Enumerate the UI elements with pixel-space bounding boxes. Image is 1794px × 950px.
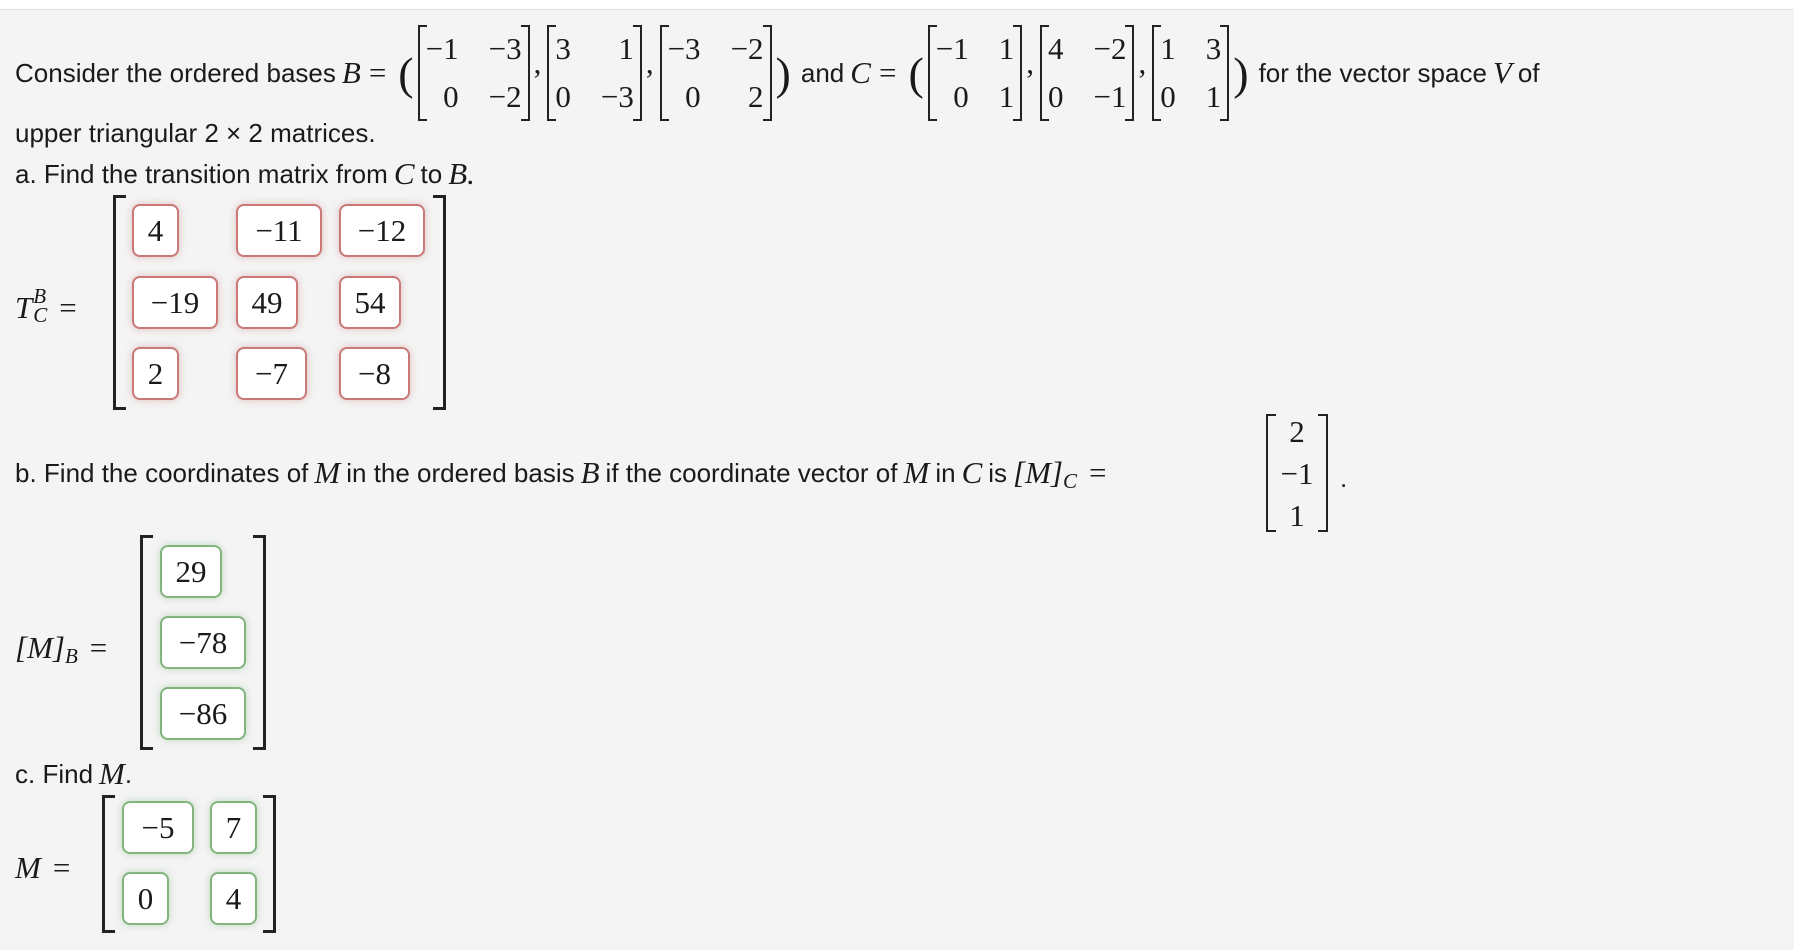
basis-c-matrix-2: 4 −2 0 −1 [1040,25,1135,121]
transition-matrix: 4 −11 −12 −19 49 54 2 −7 −8 [113,195,446,410]
answer-input-r2c2[interactable]: 49 [236,276,298,329]
equals-sign: = [59,290,77,325]
answer-input-r2c1[interactable]: −19 [132,276,218,329]
part-a-prompt: a. Find the transition matrix from C to … [15,156,475,191]
top-bar [0,0,1794,10]
answer-input-r1c3[interactable]: −12 [339,204,425,257]
problem-intro: Consider the ordered bases B = ( −1 −3 0−… [15,25,1546,121]
vector-space-symbol: V [1492,55,1512,90]
m-c-subscript: C [1063,468,1078,493]
m-b-label: [M] B = [15,628,107,668]
answer-input-r1c1[interactable]: −5 [122,801,194,854]
answer-input-1[interactable]: 29 [160,545,222,598]
transition-matrix-label: T B C = [15,286,77,328]
equals-sign: = [1089,455,1107,490]
answer-input-r2c1[interactable]: 0 [122,872,169,925]
m-matrix: −5 7 0 4 [102,795,276,933]
m-label-text: M [15,850,41,885]
equals-sign: = [878,55,897,90]
comma: , [533,45,542,80]
comma: , [645,45,654,80]
basis-c-matrix-3: 13 01 [1152,25,1230,121]
basis-c-symbol: C [850,55,871,90]
t-symbol: T [15,290,33,325]
m-b-subscript: B [64,643,78,668]
answer-input-r2c3[interactable]: 54 [339,276,401,329]
basis-c-matrix-1: −1 1 01 [927,25,1023,121]
answer-input-r1c2[interactable]: 7 [210,801,257,854]
part-b-text: b. Find the coordinates of [15,457,309,488]
from-basis-symbol: C [393,156,415,191]
answer-input-r2c2[interactable]: 4 [210,872,257,925]
basis-b-matrix-1: −1 −3 0 −2 [417,25,530,121]
period: . [1340,463,1348,493]
intro-line-2: upper triangular 2 × 2 matrices. [15,118,376,148]
basis-b-matrix-3: −3 −2 02 [659,25,772,121]
of-word: of [1517,57,1540,88]
answer-input-r1c1[interactable]: 4 [132,204,179,257]
part-b-text: if the coordinate vector of [605,457,898,488]
close-paren: ) [1233,47,1249,99]
m-b-label-text: [M] [15,630,65,665]
comma: , [1138,45,1147,80]
equals-sign: = [52,850,71,885]
part-b-prompt: b. Find the coordinates of M in the orde… [15,455,1107,493]
vector-entry: 2 [1289,414,1305,449]
m-label: M = [15,848,70,888]
part-a-text: a. Find the transition matrix from [15,158,388,189]
intro-prefix: Consider the ordered bases [15,57,336,88]
part-b-text: in the ordered basis [346,457,575,488]
open-paren: ( [908,47,924,99]
part-c-prompt: c. Find M . [15,756,138,792]
open-paren: ( [398,47,414,99]
intro-suffix: for the vector space [1258,57,1487,88]
answer-input-r3c2[interactable]: −7 [236,347,307,400]
answer-input-2[interactable]: −78 [160,616,246,669]
period: . [124,758,133,789]
m-symbol: M [903,455,930,490]
m-symbol: M [99,756,125,791]
m-symbol: M [314,455,341,490]
vector-entry: −1 [1280,456,1314,491]
answer-input-r3c3[interactable]: −8 [339,347,410,400]
equals-sign: = [89,630,108,665]
part-b-text: in [935,457,956,488]
close-paren: ) [775,47,791,99]
basis-b-symbol: B [341,55,361,90]
part-b-text: is [988,457,1008,488]
basis-b-matrix-2: 31 0 −3 [547,25,643,121]
and-word: and [800,57,845,88]
c-symbol: C [961,455,983,490]
answer-input-r3c1[interactable]: 2 [132,347,179,400]
answer-input-r1c2[interactable]: −11 [236,204,322,257]
part-c-text: c. Find [15,758,94,789]
t-subscript: C [33,303,48,327]
equals-sign: = [368,55,387,90]
to-basis-symbol: B. [448,156,475,191]
b-symbol: B [580,455,600,490]
m-c-label: [M] [1013,455,1063,490]
vector-entry: 1 [1289,498,1305,533]
coordinates-in-b-matrix: 29 −78 −86 [140,535,266,750]
to-word: to [420,158,443,189]
answer-input-3[interactable]: −86 [160,687,246,740]
given-coordinate-vector: 2 −1 1 [1266,414,1328,533]
comma: , [1026,45,1034,80]
